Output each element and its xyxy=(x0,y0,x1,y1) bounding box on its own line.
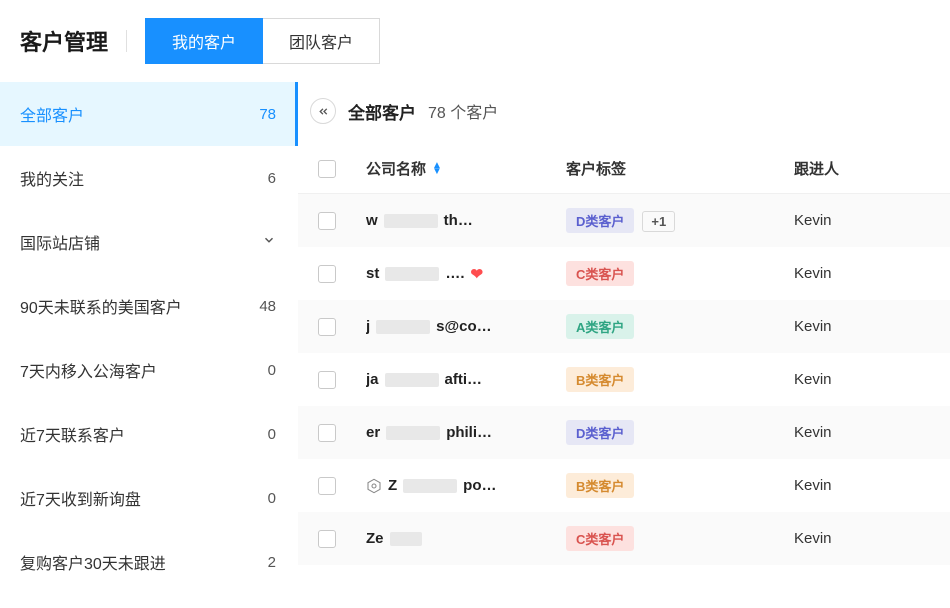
customer-tag-badge[interactable]: B类客户 xyxy=(566,367,634,392)
row-checkbox[interactable] xyxy=(318,424,336,442)
table-row[interactable]: erphili…D类客户 Kevin xyxy=(298,406,950,459)
company-icon xyxy=(366,478,382,494)
chevron-down-icon xyxy=(262,233,276,252)
customer-tag-badge[interactable]: C类客户 xyxy=(566,261,634,286)
tag-cell: C类客户 xyxy=(566,526,794,551)
tab-my-customers[interactable]: 我的客户 xyxy=(145,18,263,64)
collapse-sidebar-button[interactable] xyxy=(310,98,336,124)
sidebar-item-label: 国际站店铺 xyxy=(20,230,100,254)
sidebar-item-count: 6 xyxy=(268,170,276,187)
company-name-cell[interactable]: erphili… xyxy=(366,424,566,441)
sort-icon: ▲▼ xyxy=(432,163,442,175)
table-row[interactable]: Zpo…B类客户 Kevin xyxy=(298,459,950,512)
tab-team-customers[interactable]: 团队客户 xyxy=(263,18,380,64)
sidebar-item-label: 我的关注 xyxy=(20,166,84,190)
tag-cell: D类客户 +1 xyxy=(566,208,794,233)
sidebar-item-count: 0 xyxy=(268,490,276,507)
column-header-company[interactable]: 公司名称 ▲▼ xyxy=(366,158,566,179)
customer-tag-badge[interactable]: A类客户 xyxy=(566,314,634,339)
row-checkbox[interactable] xyxy=(318,318,336,336)
redacted-text xyxy=(390,532,422,546)
row-checkbox[interactable] xyxy=(318,530,336,548)
customer-tag-badge[interactable]: B类客户 xyxy=(566,473,634,498)
table-row[interactable]: ZeC类客户 Kevin xyxy=(298,512,950,565)
table-row[interactable]: js@co…A类客户 Kevin xyxy=(298,300,950,353)
company-name-cell[interactable]: st….❤ xyxy=(366,265,566,283)
sidebar: 全部客户 78 我的关注 6 国际站店铺 90天未联系的美国客户 48 7天内移… xyxy=(0,82,298,594)
follow-cell: Kevin xyxy=(794,265,930,282)
sidebar-item-label: 近7天联系客户 xyxy=(20,422,125,446)
row-checkbox[interactable] xyxy=(318,477,336,495)
divider xyxy=(126,30,127,52)
company-name-cell[interactable]: wth… xyxy=(366,212,566,229)
table-header: 公司名称 ▲▼ 客户标签 跟进人 xyxy=(298,144,950,194)
customer-tag-badge[interactable]: D类客户 xyxy=(566,420,634,445)
tabs: 我的客户 团队客户 xyxy=(145,18,380,64)
redacted-text xyxy=(376,320,430,334)
follow-cell: Kevin xyxy=(794,530,930,547)
content-count: 78 个客户 xyxy=(428,99,498,123)
tag-cell: A类客户 xyxy=(566,314,794,339)
header: 客户管理 我的客户 团队客户 xyxy=(0,0,950,82)
sidebar-item-repurchase-30d[interactable]: 复购客户30天未跟进 2 xyxy=(0,530,298,594)
sidebar-item-followed[interactable]: 我的关注 6 xyxy=(0,146,298,210)
table-row[interactable]: jaafti…B类客户 Kevin xyxy=(298,353,950,406)
table-row[interactable]: wth…D类客户 +1 Kevin xyxy=(298,194,950,247)
tag-cell: D类客户 xyxy=(566,420,794,445)
row-checkbox[interactable] xyxy=(318,212,336,230)
sidebar-item-count: 0 xyxy=(268,426,276,443)
redacted-text xyxy=(384,214,438,228)
follow-cell: Kevin xyxy=(794,424,930,441)
sidebar-item-inquiry-7d[interactable]: 近7天收到新询盘 0 xyxy=(0,466,298,530)
more-tags-badge[interactable]: +1 xyxy=(642,211,675,232)
sidebar-item-count: 48 xyxy=(259,298,276,315)
sidebar-item-label: 复购客户30天未跟进 xyxy=(20,550,166,574)
row-checkbox[interactable] xyxy=(318,265,336,283)
sidebar-item-contacted-7d[interactable]: 近7天联系客户 0 xyxy=(0,402,298,466)
sidebar-item-label: 近7天收到新询盘 xyxy=(20,486,141,510)
column-header-follow[interactable]: 跟进人 xyxy=(794,158,930,179)
redacted-text xyxy=(385,373,439,387)
sidebar-item-us-90d[interactable]: 90天未联系的美国客户 48 xyxy=(0,274,298,338)
company-name-cell[interactable]: Zpo… xyxy=(366,477,566,494)
sidebar-item-intl-store[interactable]: 国际站店铺 xyxy=(0,210,298,274)
main: 全部客户 78 个客户 公司名称 ▲▼ 客户标签 跟进人 wth…D类客户+1K… xyxy=(298,82,950,594)
redacted-text xyxy=(403,479,457,493)
follow-cell: Kevin xyxy=(794,371,930,388)
content-header: 全部客户 78 个客户 xyxy=(298,86,950,144)
heart-icon: ❤ xyxy=(471,265,484,283)
sidebar-item-public-7d[interactable]: 7天内移入公海客户 0 xyxy=(0,338,298,402)
content-title: 全部客户 xyxy=(348,99,416,124)
customers-table: 公司名称 ▲▼ 客户标签 跟进人 wth…D类客户+1Kevinst….❤C类客… xyxy=(298,144,950,565)
column-header-tag[interactable]: 客户标签 xyxy=(566,158,794,179)
sidebar-item-count: 0 xyxy=(268,362,276,379)
tag-cell: C类客户 xyxy=(566,261,794,286)
sidebar-item-label: 7天内移入公海客户 xyxy=(20,358,157,382)
customer-tag-badge[interactable]: C类客户 xyxy=(566,526,634,551)
follow-cell: Kevin xyxy=(794,212,930,229)
follow-cell: Kevin xyxy=(794,477,930,494)
follow-cell: Kevin xyxy=(794,318,930,335)
table-row[interactable]: st….❤C类客户 Kevin xyxy=(298,247,950,300)
row-checkbox[interactable] xyxy=(318,371,336,389)
tag-cell: B类客户 xyxy=(566,473,794,498)
company-name-cell[interactable]: js@co… xyxy=(366,318,566,335)
company-name-cell[interactable]: Ze xyxy=(366,530,566,547)
sidebar-item-label: 90天未联系的美国客户 xyxy=(20,294,182,318)
sidebar-item-count: 2 xyxy=(268,554,276,571)
sidebar-item-all[interactable]: 全部客户 78 xyxy=(0,82,298,146)
tag-cell: B类客户 xyxy=(566,367,794,392)
sidebar-item-label: 全部客户 xyxy=(20,102,84,126)
customer-tag-badge[interactable]: D类客户 xyxy=(566,208,634,233)
page-title: 客户管理 xyxy=(20,25,108,57)
select-all-checkbox[interactable] xyxy=(318,160,336,178)
redacted-text xyxy=(385,267,439,281)
sidebar-item-count: 78 xyxy=(259,106,276,123)
redacted-text xyxy=(386,426,440,440)
company-name-cell[interactable]: jaafti… xyxy=(366,371,566,388)
